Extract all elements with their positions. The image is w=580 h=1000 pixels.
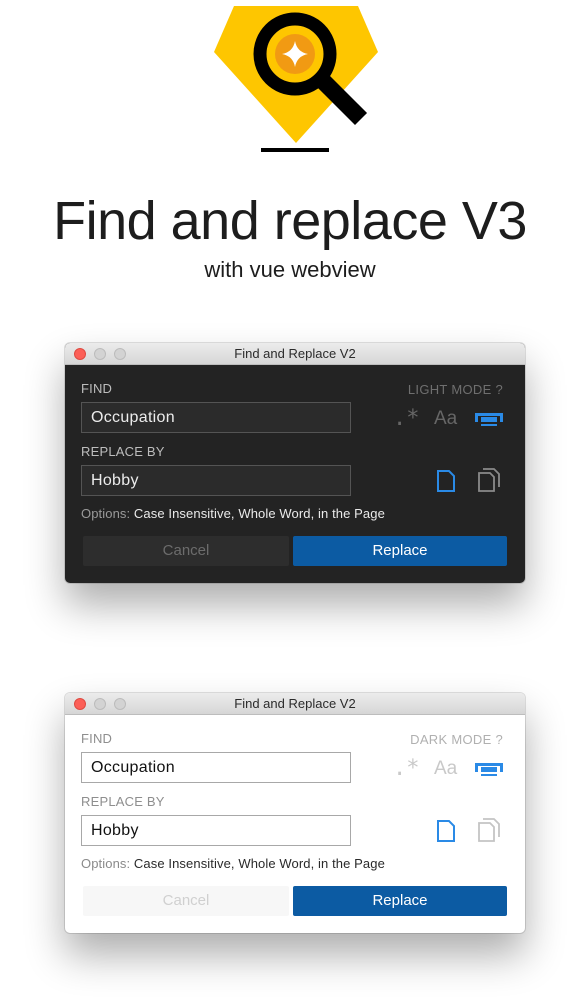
find-replace-window-dark: Find and Replace V2 FIND LIGHT MODE ? Oc… — [65, 343, 525, 583]
options-prefix: Options: — [81, 506, 131, 521]
page-subtitle: with vue webview — [204, 257, 376, 282]
close-window-button[interactable] — [74, 698, 86, 710]
replace-label: REPLACE BY — [81, 794, 165, 809]
match-case-icon[interactable]: Aa — [434, 758, 457, 780]
dark-mode-toggle[interactable]: DARK MODE ? — [410, 732, 503, 747]
options-text: Case Insensitive, Whole Word, in the Pag… — [130, 856, 385, 871]
current-page-icon[interactable] — [437, 470, 455, 492]
find-replace-window-light: Find and Replace V2 FIND DARK MODE ? Occ… — [65, 693, 525, 933]
cancel-button[interactable]: Cancel — [83, 536, 289, 566]
regex-icon[interactable]: .* — [393, 756, 420, 781]
current-page-icon[interactable] — [437, 820, 455, 842]
replace-input[interactable]: Hobby — [81, 815, 351, 846]
regex-icon[interactable]: .* — [393, 406, 420, 431]
replace-label: REPLACE BY — [81, 444, 165, 459]
window-titlebar: Find and Replace V2 — [65, 343, 525, 365]
whole-word-icon[interactable] — [475, 409, 503, 427]
match-case-icon[interactable]: Aa — [434, 408, 457, 430]
cancel-button[interactable]: Cancel — [83, 886, 289, 916]
options-summary: Options: Case Insensitive, Whole Word, i… — [81, 506, 385, 521]
minimize-window-button[interactable] — [94, 698, 106, 710]
window-titlebar: Find and Replace V2 — [65, 693, 525, 715]
find-input[interactable]: Occupation — [81, 402, 351, 433]
whole-word-icon[interactable] — [475, 759, 503, 777]
options-summary: Options: Case Insensitive, Whole Word, i… — [81, 856, 385, 871]
page-title: Find and replace V3 — [53, 191, 527, 251]
maximize-window-button[interactable] — [114, 348, 126, 360]
close-window-button[interactable] — [74, 348, 86, 360]
options-prefix: Options: — [81, 856, 131, 871]
options-text: Case Insensitive, Whole Word, in the Pag… — [130, 506, 385, 521]
find-input[interactable]: Occupation — [81, 752, 351, 783]
light-mode-toggle[interactable]: LIGHT MODE ? — [408, 382, 503, 397]
all-pages-icon[interactable] — [478, 818, 500, 842]
magnifier-logo-icon — [214, 6, 378, 152]
replace-button[interactable]: Replace — [293, 886, 507, 916]
window-title: Find and Replace V2 — [234, 346, 356, 361]
replace-button[interactable]: Replace — [293, 536, 507, 566]
find-label: FIND — [81, 381, 113, 396]
all-pages-icon[interactable] — [478, 468, 500, 492]
find-label: FIND — [81, 731, 113, 746]
minimize-window-button[interactable] — [94, 348, 106, 360]
replace-input[interactable]: Hobby — [81, 465, 351, 496]
window-title: Find and Replace V2 — [234, 696, 356, 711]
maximize-window-button[interactable] — [114, 698, 126, 710]
